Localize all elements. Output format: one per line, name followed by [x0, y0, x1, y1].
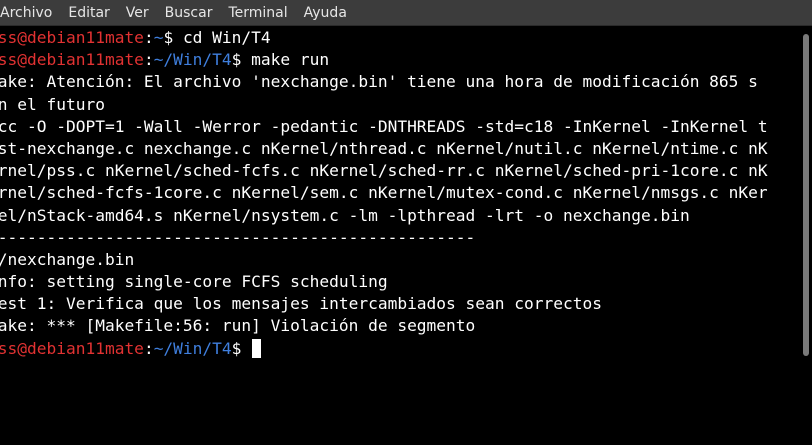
- output-line: ernel/pss.c nKernel/sched-fcfs.c nKernel…: [0, 161, 768, 181]
- current-prompt-line[interactable]: oss@debian11mate:~/Win/T4$: [0, 338, 768, 360]
- prompt-suffix: $: [231, 338, 252, 358]
- prompt-path: ~/Win/T4: [153, 338, 232, 358]
- prompt-path: ~/Win/T4: [153, 50, 232, 70]
- command-text: cd Win/T4: [182, 28, 271, 47]
- menu-archivo[interactable]: Archivo: [0, 0, 60, 26]
- prompt-user: oss@debian11mate: [0, 338, 144, 358]
- prompt-user: oss@debian11mate: [0, 50, 144, 70]
- output-line: en el futuro: [0, 94, 105, 114]
- output-line: nel/nStack-amd64.s nKernel/nsystem.c -lm…: [0, 205, 690, 225]
- menu-ayuda[interactable]: Ayuda: [296, 0, 355, 26]
- output-line: make: Atención: El archivo 'nexchange.bi…: [0, 72, 758, 92]
- command-line: oss@debian11mate:~$ cd Win/T4: [0, 27, 768, 49]
- terminal-output: oss@debian11mate:~$ cd Win/T4 oss@debian…: [0, 27, 768, 360]
- prompt-suffix: $: [163, 28, 183, 47]
- terminal-area[interactable]: oss@debian11mate:~$ cd Win/T4 oss@debian…: [0, 26, 798, 445]
- menu-terminal[interactable]: Terminal: [220, 0, 295, 26]
- scrollbar[interactable]: [798, 26, 812, 445]
- prompt-separator: :: [143, 28, 154, 47]
- prompt-separator: :: [143, 338, 154, 358]
- output-line: Info: setting single-core FCFS schedulin…: [0, 272, 388, 292]
- text-cursor: [252, 338, 262, 358]
- output-line: Test 1: Verifica que los mensajes interc…: [0, 294, 602, 314]
- output-line: gcc -O -DOPT=1 -Wall -Werror -pedantic -…: [0, 116, 768, 136]
- scrollbar-thumb[interactable]: [803, 34, 809, 356]
- prompt-path: ~: [153, 28, 164, 47]
- command-text: make run: [251, 50, 330, 70]
- output-line: ernel/sched-fcfs-1core.c nKernel/sem.c n…: [0, 183, 768, 203]
- output-line: est-nexchange.c nexchange.c nKernel/nthr…: [0, 138, 768, 158]
- menu-editar[interactable]: Editar: [60, 0, 117, 26]
- output-line: ----------------------------------------…: [0, 227, 476, 247]
- prompt-suffix: $: [231, 50, 252, 70]
- output-line: make: *** [Makefile:56: run] Violación d…: [0, 316, 476, 336]
- menu-buscar[interactable]: Buscar: [157, 0, 221, 26]
- output-line: ./nexchange.bin: [0, 249, 135, 269]
- prompt-user: oss@debian11mate: [0, 28, 144, 47]
- prompt-separator: :: [143, 50, 154, 70]
- menubar: Archivo Editar Ver Buscar Terminal Ayuda: [0, 0, 812, 26]
- command-line: oss@debian11mate:~/Win/T4$ make run: [0, 49, 768, 71]
- menu-ver[interactable]: Ver: [118, 0, 157, 26]
